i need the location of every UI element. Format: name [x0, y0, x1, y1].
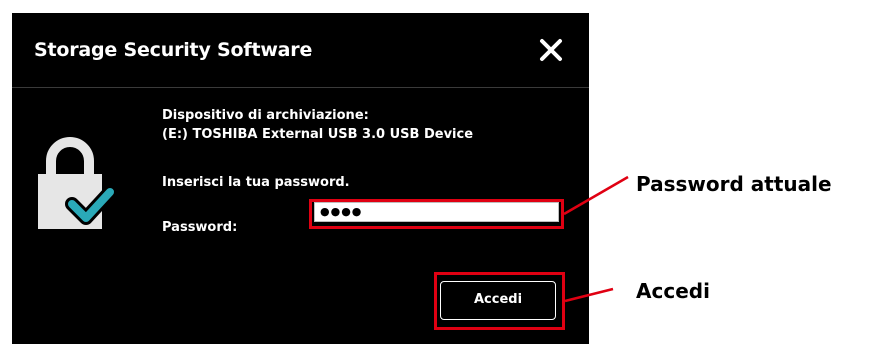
password-callout: Password attuale: [636, 172, 832, 196]
login-callout: Accedi: [636, 279, 710, 303]
login-callout-line: [564, 287, 614, 303]
password-callout-line: [563, 175, 629, 216]
